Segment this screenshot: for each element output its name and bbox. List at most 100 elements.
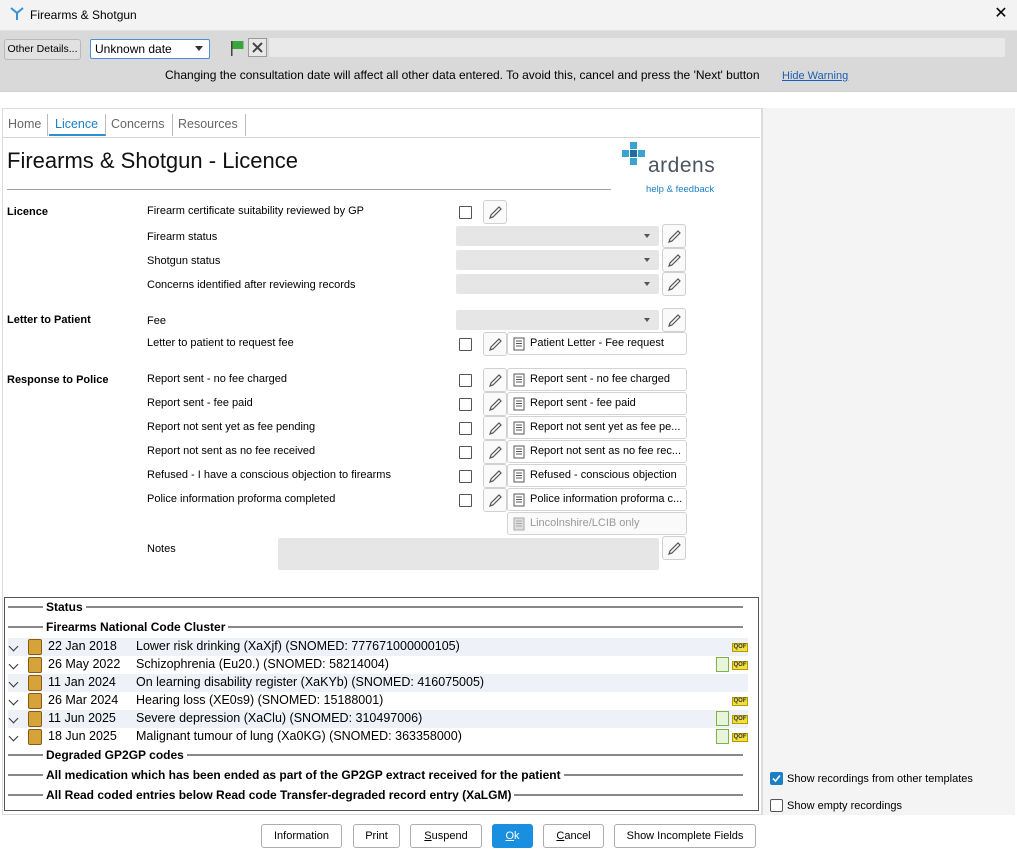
page-title: Firearms & Shotgun - Licence [7, 148, 299, 173]
cancel-button[interactable]: Cancel [543, 824, 604, 848]
police-document-button[interactable]: Refused - conscious objection [507, 464, 687, 487]
police-row-label: Refused - I have a conscious objection t… [147, 469, 391, 481]
police-document-button[interactable]: Police information proforma c... [507, 488, 687, 511]
police-document-button[interactable]: Report not sent as no fee rec... [507, 440, 687, 463]
show-empty-checkbox[interactable] [770, 799, 783, 812]
table-row[interactable]: 11 Jun 2025 Severe depression (XaClu) (S… [8, 710, 748, 728]
police-document-button[interactable]: Report not sent yet as fee pe... [507, 416, 687, 439]
police-row-checkbox[interactable] [459, 494, 472, 507]
qof-badge: QOF [732, 661, 748, 670]
divider [227, 626, 743, 628]
police-document-button[interactable]: Report sent - fee paid [507, 392, 687, 415]
divider [8, 774, 44, 776]
chevron-down-icon[interactable] [8, 695, 19, 706]
record-date: 22 Jan 2018 [48, 639, 117, 653]
table-row[interactable]: 26 Mar 2024 Hearing loss (XE0s9) (SNOMED… [8, 692, 748, 710]
tab-licence[interactable]: Licence [49, 114, 106, 136]
letter-request-edit-button[interactable] [483, 332, 507, 356]
document-icon [513, 493, 525, 507]
police-row-edit-button[interactable] [483, 464, 507, 488]
show-other-templates-checkbox[interactable] [770, 772, 783, 785]
tab-resources[interactable]: Resources [174, 114, 246, 136]
add-document-icon[interactable] [716, 711, 729, 726]
pencil-icon [489, 422, 502, 435]
divider [557, 774, 743, 776]
notes-edit-button[interactable] [662, 536, 686, 560]
letter-request-checkbox[interactable] [459, 338, 472, 351]
shotgun-status-edit-button[interactable] [662, 248, 686, 272]
police-row-checkbox[interactable] [459, 446, 472, 459]
cert-review-edit-button[interactable] [483, 200, 507, 224]
flag-icon[interactable] [228, 39, 246, 57]
police-row-checkbox[interactable] [459, 422, 472, 435]
hide-warning-link[interactable]: Hide Warning [782, 70, 848, 82]
cert-review-checkbox[interactable] [459, 206, 472, 219]
police-document-label: Police information proforma c... [530, 493, 683, 505]
cert-review-label: Firearm certificate suitability reviewed… [147, 205, 365, 217]
letter-document-button[interactable]: Patient Letter - Fee request [507, 332, 687, 355]
police-row-label: Report not sent yet as fee pending [147, 421, 316, 433]
print-button[interactable]: Print [353, 824, 400, 848]
ardens-logo[interactable]: ardens help & feedback [622, 142, 732, 195]
options-pane [762, 108, 1015, 815]
divider [8, 606, 44, 608]
status-heading: Status [43, 600, 86, 614]
help-feedback-link[interactable]: help & feedback [646, 184, 714, 195]
consultation-date-select[interactable]: Unknown date [90, 39, 210, 59]
close-icon[interactable]: ✕ [992, 5, 1010, 23]
police-row-edit-button[interactable] [483, 392, 507, 416]
chevron-down-icon[interactable] [8, 677, 19, 688]
show-incomplete-fields-button[interactable]: Show Incomplete Fields [614, 824, 756, 848]
shotgun-status-select[interactable] [456, 250, 659, 270]
table-row[interactable]: 11 Jan 2024 On learning disability regis… [8, 674, 748, 692]
suspend-button[interactable]: Suspend [410, 824, 482, 848]
other-details-button[interactable]: Other Details... [4, 39, 81, 60]
tab-concerns[interactable]: Concerns [107, 114, 173, 136]
table-row[interactable]: 26 May 2022 Schizophrenia (Eu20.) (SNOME… [8, 656, 748, 674]
table-row[interactable]: 22 Jan 2018 Lower risk drinking (XaXjf) … [8, 638, 748, 656]
ok-button[interactable]: Ok [492, 824, 533, 848]
pencil-icon [668, 230, 681, 243]
police-row-edit-button[interactable] [483, 440, 507, 464]
police-document-label: Report sent - no fee charged [530, 373, 671, 385]
record-description: Hearing loss (XE0s9) (SNOMED: 15188001) [136, 693, 384, 707]
date-value: Unknown date [95, 42, 172, 56]
lincolnshire-document-button[interactable]: Lincolnshire/LCIB only [507, 512, 687, 535]
police-row-edit-button[interactable] [483, 488, 507, 512]
record-date: 26 Mar 2024 [48, 693, 119, 707]
clear-date-button[interactable] [248, 38, 267, 57]
police-row-edit-button[interactable] [483, 416, 507, 440]
firearm-status-edit-button[interactable] [662, 224, 686, 248]
table-row[interactable]: 18 Jun 2025 Malignant tumour of lung (Xa… [8, 728, 748, 746]
police-row-edit-button[interactable] [483, 368, 507, 392]
fee-select[interactable] [456, 310, 659, 330]
degraded-heading: Degraded GP2GP codes [43, 748, 187, 762]
police-row-checkbox[interactable] [459, 374, 472, 387]
letter-request-label: Letter to patient to request fee [147, 337, 294, 349]
fee-edit-button[interactable] [662, 308, 686, 332]
medication-heading: All medication which has been ended as p… [43, 768, 564, 782]
divider [185, 754, 743, 756]
chevron-down-icon[interactable] [8, 731, 19, 742]
chevron-down-icon[interactable] [8, 641, 19, 652]
window-title: Firearms & Shotgun [30, 8, 137, 22]
firearm-status-select[interactable] [456, 226, 659, 246]
chevron-down-icon[interactable] [8, 659, 19, 670]
divider [511, 794, 743, 796]
concerns-edit-button[interactable] [662, 272, 686, 296]
chevron-down-icon[interactable] [8, 713, 19, 724]
consultation-field[interactable] [269, 38, 1005, 57]
police-row-checkbox[interactable] [459, 398, 472, 411]
letter-document-label: Patient Letter - Fee request [530, 337, 664, 349]
police-document-button[interactable]: Report sent - no fee charged [507, 368, 687, 391]
chevron-down-icon [644, 318, 650, 322]
police-row-checkbox[interactable] [459, 470, 472, 483]
pencil-icon [668, 254, 681, 267]
information-button[interactable]: Information [261, 824, 342, 848]
notes-field[interactable] [278, 538, 659, 570]
add-document-icon[interactable] [716, 729, 729, 744]
concerns-select[interactable] [456, 274, 659, 294]
record-description: Malignant tumour of lung (Xa0KG) (SNOMED… [136, 729, 462, 743]
add-document-icon[interactable] [716, 657, 729, 672]
tab-home[interactable]: Home [5, 114, 48, 136]
